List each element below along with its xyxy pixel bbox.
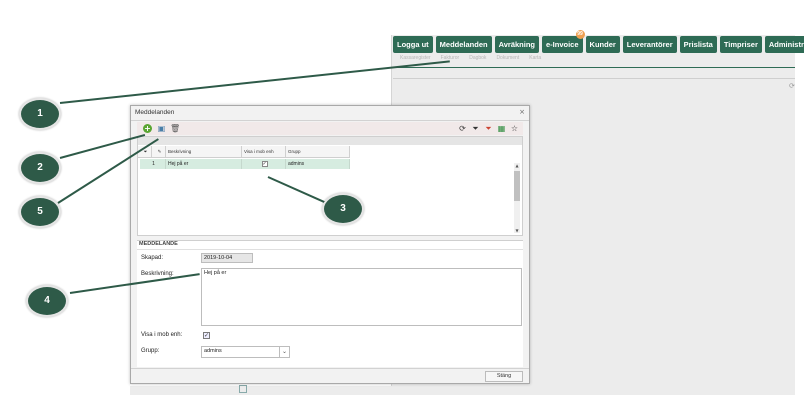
subnav-item[interactable]: Dagbok xyxy=(469,55,486,61)
nav-label: Leverantörer xyxy=(626,40,673,49)
refresh-icon[interactable]: ⟳ xyxy=(789,82,795,90)
calendar-icon[interactable] xyxy=(239,385,247,393)
sub-navigation: Kassaregister Fakturor Dagbok Dokument K… xyxy=(400,55,541,61)
grid-filter-band xyxy=(138,137,522,145)
subnav-item[interactable]: Dokument xyxy=(496,55,519,61)
scroll-thumb[interactable] xyxy=(514,171,520,201)
chevron-down-icon[interactable]: ⌄ xyxy=(279,347,289,357)
nav-prislista-button[interactable]: Prislista xyxy=(679,36,717,53)
nav-label: Kunder xyxy=(589,40,616,49)
nav-label: Logga ut xyxy=(397,40,429,49)
close-icon[interactable]: × xyxy=(519,108,525,116)
dialog-title: Meddelanden xyxy=(135,109,175,116)
column-header-visa[interactable]: Visa i mob enh xyxy=(242,146,286,157)
skapad-label: Skapad: xyxy=(141,255,164,261)
skapad-field: 2019-10-04 xyxy=(201,253,253,263)
filter-icon[interactable]: ⏷ xyxy=(471,124,480,133)
notification-badge: 99 xyxy=(575,30,585,39)
visa-checkbox[interactable]: ✓ xyxy=(203,332,210,339)
messages-dialog: Meddelanden × + ▣ 🗑 ⟳ ⏷ ⏷ ▦ ☆ ⏷ ✎ Beskri… xyxy=(130,105,530,384)
row-number: 1 xyxy=(140,159,166,169)
callout-4: 4 xyxy=(26,285,68,317)
edit-icon[interactable]: ✎ xyxy=(152,146,166,157)
cell-grupp: admins xyxy=(286,159,350,169)
grupp-select[interactable]: admins ⌄ xyxy=(201,346,290,358)
save-icon[interactable]: ▣ xyxy=(157,124,166,133)
cell-visa: ✓ xyxy=(242,159,286,169)
visa-label: Visa i mob enh: xyxy=(141,332,183,338)
beskrivning-textarea[interactable]: Hej på er xyxy=(201,268,522,326)
nav-meddelanden-button[interactable]: Meddelanden xyxy=(435,36,492,53)
nav-administration-button[interactable]: Administration xyxy=(764,36,804,53)
dialog-header-divider xyxy=(131,120,529,121)
nav-kunder-button[interactable]: Kunder xyxy=(585,36,620,53)
subnav-item[interactable]: Karta xyxy=(529,55,541,61)
subnav-item[interactable]: Kassaregister xyxy=(400,55,431,61)
nav-label: e-Invoice xyxy=(546,40,579,49)
nav-divider xyxy=(393,67,795,68)
star-icon[interactable]: ☆ xyxy=(510,124,519,133)
checkbox[interactable]: ✓ xyxy=(261,160,268,167)
excel-export-icon[interactable]: ▦ xyxy=(497,124,506,133)
scroll-down-icon[interactable]: ▼ xyxy=(514,228,520,233)
refresh-icon[interactable]: ⟳ xyxy=(458,124,467,133)
beskrivning-label: Beskrivning: xyxy=(141,271,174,277)
nav-label: Avräkning xyxy=(498,40,536,49)
callout-3: 3 xyxy=(322,193,364,225)
grupp-label: Grupp: xyxy=(141,348,160,354)
table-row[interactable]: 1 Hej på er ✓ admins xyxy=(140,159,350,169)
cell-beskrivning: Hej på er xyxy=(166,159,242,169)
column-header-grupp[interactable]: Grupp xyxy=(286,146,350,157)
nav-label: Administration xyxy=(768,40,804,49)
grid-header: ⏷ ✎ Beskrivning Visa i mob enh Grupp xyxy=(138,146,350,158)
screenshot-stage: Logga ut Meddelanden Avräkning e-Invoice… xyxy=(0,0,804,409)
nav-leverantorer-button[interactable]: Leverantörer xyxy=(622,36,677,53)
message-form: MEDDELANDE Skapad: 2019-10-04 Beskrivnin… xyxy=(137,240,523,367)
section-divider xyxy=(137,249,523,250)
column-header-beskrivning[interactable]: Beskrivning xyxy=(166,146,242,157)
top-navigation: Logga ut Meddelanden Avräkning e-Invoice… xyxy=(393,30,804,53)
scroll-up-icon[interactable]: ▲ xyxy=(514,163,520,168)
callout-2: 2 xyxy=(19,152,61,184)
app-background-lower xyxy=(130,386,795,395)
nav-timpriser-button[interactable]: Timpriser xyxy=(719,36,762,53)
callout-5: 5 xyxy=(19,196,61,228)
grupp-select-value: admins xyxy=(204,348,222,354)
dialog-toolbar: + ▣ 🗑 ⟳ ⏷ ⏷ ▦ ☆ xyxy=(137,122,523,135)
nav-label: Timpriser xyxy=(723,40,758,49)
nav-label: Meddelanden xyxy=(439,40,488,49)
dialog-footer-divider xyxy=(131,368,529,369)
close-button[interactable]: Stäng xyxy=(485,371,523,382)
grid-scrollbar[interactable]: ▲ ▼ xyxy=(514,163,520,233)
nav-e-invoice-button[interactable]: e-Invoice 99 xyxy=(542,30,585,53)
trash-icon[interactable]: 🗑 xyxy=(170,124,180,133)
content-divider xyxy=(393,78,795,79)
section-title: MEDDELANDE xyxy=(139,241,178,247)
clear-filter-icon[interactable]: ⏷ xyxy=(484,124,493,133)
nav-avrakning-button[interactable]: Avräkning xyxy=(494,36,540,53)
callout-1: 1 xyxy=(19,98,61,130)
nav-label: Prislista xyxy=(683,40,713,49)
plus-icon[interactable]: + xyxy=(143,124,152,133)
nav-logga-ut-button[interactable]: Logga ut xyxy=(393,36,433,53)
